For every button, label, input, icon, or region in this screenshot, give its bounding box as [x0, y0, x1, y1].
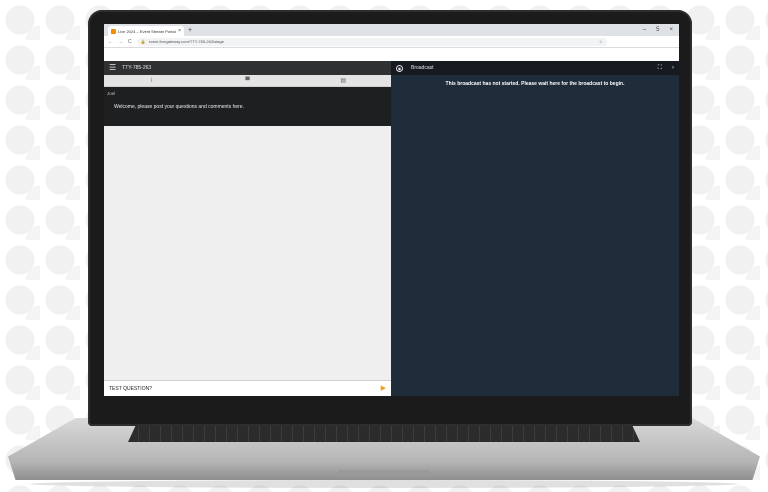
info-icon[interactable]: i	[104, 78, 200, 84]
chat-header: ☰ TTY-785-263	[104, 61, 391, 75]
window-controls: – 5 ×	[643, 24, 679, 36]
browser-tab[interactable]: Live 2024 – Event Stream Portal ×	[108, 26, 184, 36]
chat-message: Joel Welcome, please post your questions…	[104, 87, 391, 126]
chat-panel: ☰ TTY-785-263 i ▀ ▤ Joel Welcome, please…	[104, 61, 391, 396]
broadcast-controls: ⛶ ›	[658, 65, 674, 72]
broadcast-status: This broadcast has not started. Please w…	[445, 81, 625, 87]
chat-tabs: i ▀ ▤	[104, 75, 391, 87]
minimize-button[interactable]: –	[643, 24, 646, 36]
url-field[interactable]: 🔒 event.livegateway.com/TTY-785-263/stag…	[136, 37, 607, 46]
send-icon[interactable]: ▶	[381, 385, 386, 392]
url-text: event.livegateway.com/TTY-785-263/stage	[148, 39, 224, 44]
question-bar: ▶	[104, 380, 391, 396]
broadcast-title: Broadcast	[411, 65, 434, 71]
laptop-notch	[338, 470, 430, 476]
message-author: Joel	[107, 91, 116, 96]
tab-close-icon[interactable]: ×	[178, 28, 181, 34]
collapse-chevron-icon[interactable]: ›	[672, 65, 674, 72]
restore-button[interactable]: 5	[656, 24, 659, 36]
new-tab-button[interactable]: +	[188, 26, 192, 36]
back-button[interactable]: ←	[108, 39, 113, 45]
chat-icon[interactable]: ▀	[200, 78, 296, 84]
laptop-shadow	[30, 480, 738, 488]
broadcast-header: ◉ Broadcast ⛶ ›	[391, 61, 679, 75]
lock-icon: 🔒	[140, 39, 146, 44]
message-text: Welcome, please post your questions and …	[114, 104, 244, 110]
favicon-icon	[111, 28, 116, 34]
browser-addressbar: ← → C 🔒 event.livegateway.com/TTY-785-26…	[104, 36, 679, 48]
bookmark-star-icon[interactable]: ☆	[599, 39, 603, 44]
document-icon[interactable]: ▤	[295, 77, 391, 84]
hamburger-menu-icon[interactable]: ☰	[109, 64, 116, 72]
question-input[interactable]	[109, 385, 381, 392]
reload-button[interactable]: C	[128, 39, 132, 45]
forward-button[interactable]: →	[118, 39, 123, 45]
broadcast-icon: ◉	[396, 64, 403, 72]
browser-tabbar: Live 2024 – Event Stream Portal × + – 5 …	[104, 24, 679, 36]
laptop-screen: Live 2024 – Event Stream Portal × + – 5 …	[104, 24, 679, 396]
tab-title: Live 2024 – Event Stream Portal	[118, 28, 176, 34]
fullscreen-icon[interactable]: ⛶	[658, 65, 662, 72]
broadcast-panel: ◉ Broadcast ⛶ › This broadcast has not s…	[391, 61, 679, 396]
close-window-button[interactable]: ×	[669, 24, 673, 36]
event-code: TTY-785-263	[122, 65, 152, 71]
